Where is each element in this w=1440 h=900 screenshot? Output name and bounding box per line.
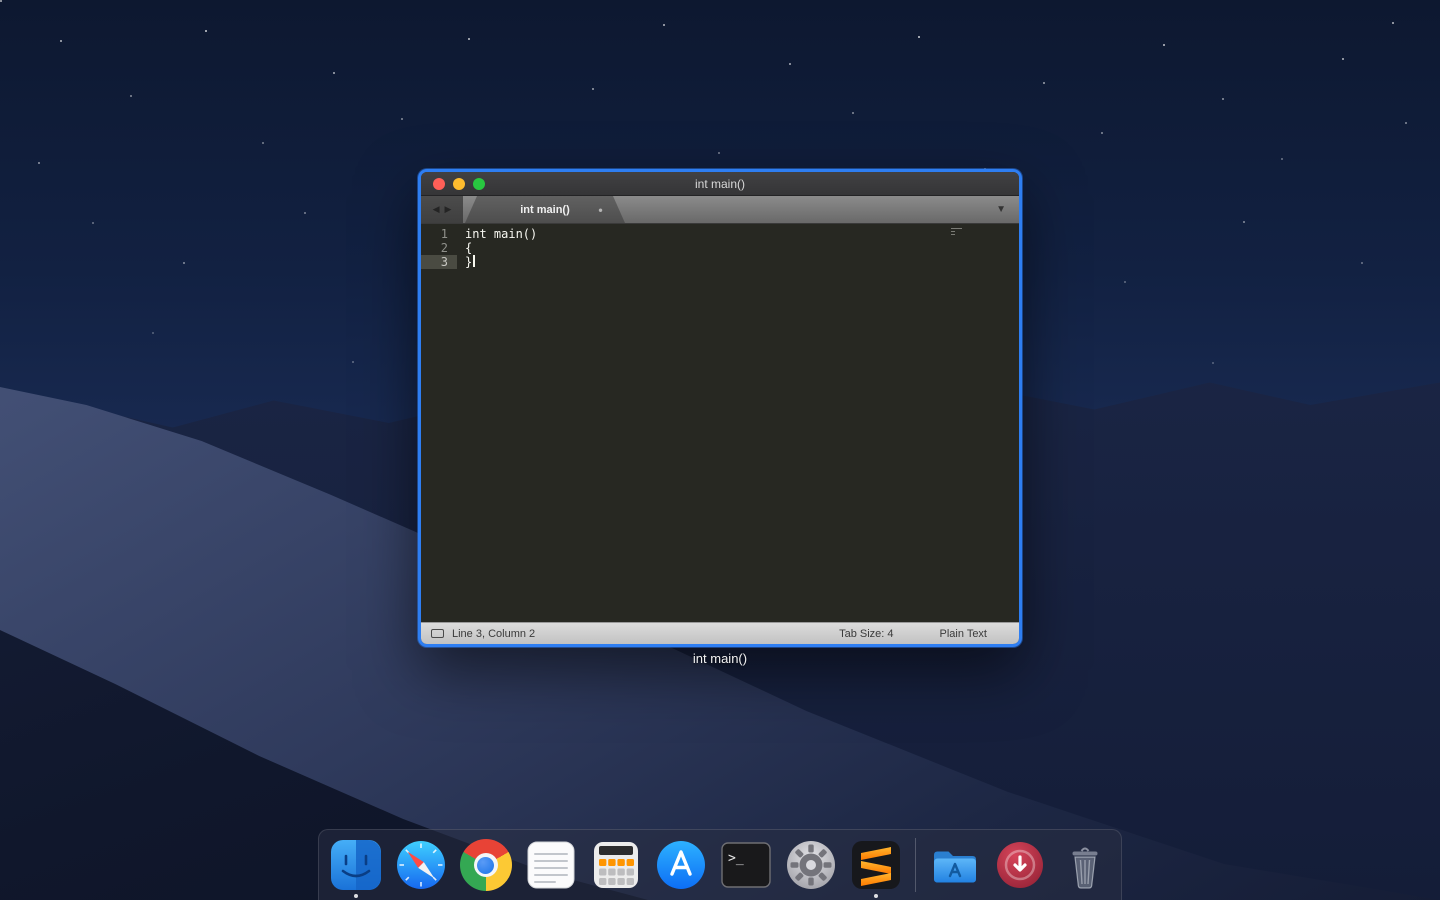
syntax-status[interactable]: Plain Text bbox=[940, 628, 988, 640]
line-number: 3 bbox=[421, 255, 457, 269]
stars-decoration bbox=[0, 0, 2, 2]
chrome-icon bbox=[460, 839, 512, 891]
code-text: int main() bbox=[457, 227, 537, 241]
dock-item-downloads[interactable] bbox=[994, 839, 1046, 891]
dock-item-app-store[interactable] bbox=[655, 839, 707, 891]
panel-toggle-icon[interactable] bbox=[431, 629, 444, 638]
dock-item-terminal[interactable]: >_ bbox=[720, 839, 772, 891]
dock-item-trash[interactable] bbox=[1059, 839, 1111, 891]
minimize-button[interactable] bbox=[453, 178, 465, 190]
tab-label: int main() bbox=[520, 204, 570, 216]
code-editor[interactable]: 1 int main() 2 { 3 } bbox=[421, 224, 1019, 622]
downloads-icon bbox=[994, 839, 1046, 891]
close-button[interactable] bbox=[433, 178, 445, 190]
finder-icon bbox=[330, 839, 382, 891]
app-store-icon bbox=[655, 839, 707, 891]
window-title: int main() bbox=[421, 177, 1019, 191]
running-indicator bbox=[874, 894, 878, 898]
zoom-button[interactable] bbox=[473, 178, 485, 190]
back-icon[interactable]: ◀ bbox=[433, 204, 440, 215]
sublime-text-window[interactable]: int main() ◀ ▶ int main() ● ▼ 1 int main… bbox=[418, 169, 1022, 647]
code-text: { bbox=[457, 241, 472, 255]
traffic-lights bbox=[433, 172, 485, 195]
title-bar[interactable]: int main() bbox=[421, 172, 1019, 196]
trash-icon bbox=[1059, 839, 1111, 891]
dock-divider bbox=[915, 838, 916, 892]
running-indicator bbox=[354, 894, 358, 898]
code-line: 1 int main() bbox=[421, 227, 1019, 241]
tab-bar: ◀ ▶ int main() ● ▼ bbox=[421, 196, 1019, 224]
sublime-text-icon bbox=[850, 839, 902, 891]
safari-icon bbox=[395, 839, 447, 891]
applications-folder-icon bbox=[929, 839, 981, 891]
dock-item-safari[interactable] bbox=[395, 839, 447, 891]
dock-item-calculator[interactable] bbox=[590, 839, 642, 891]
modified-dot-icon: ● bbox=[598, 205, 603, 214]
textedit-icon bbox=[525, 839, 577, 891]
dock-item-finder[interactable] bbox=[330, 839, 382, 891]
dock-item-sublime-text[interactable] bbox=[850, 839, 902, 891]
text-caret bbox=[473, 255, 475, 267]
minimap[interactable] bbox=[951, 228, 963, 237]
code-text: } bbox=[457, 255, 472, 269]
tab-int-main[interactable]: int main() ● bbox=[465, 196, 625, 223]
line-number: 1 bbox=[421, 227, 457, 241]
tab-history-nav: ◀ ▶ bbox=[421, 196, 463, 223]
terminal-icon: >_ bbox=[720, 839, 772, 891]
code-line-active: 3 } bbox=[421, 255, 1019, 269]
tab-overflow-icon[interactable]: ▼ bbox=[996, 204, 1019, 215]
expose-window-label: int main() bbox=[418, 651, 1022, 666]
cursor-position-status: Line 3, Column 2 bbox=[452, 628, 535, 640]
dock: >_ bbox=[318, 829, 1122, 900]
system-preferences-icon bbox=[785, 839, 837, 891]
dock-item-system-preferences[interactable] bbox=[785, 839, 837, 891]
code-line: 2 { bbox=[421, 241, 1019, 255]
terminal-glyph: >_ bbox=[728, 851, 744, 866]
tab-size-status[interactable]: Tab Size: 4 bbox=[839, 628, 893, 640]
status-bar: Line 3, Column 2 Tab Size: 4 Plain Text bbox=[421, 622, 1019, 644]
dock-item-applications-folder[interactable] bbox=[929, 839, 981, 891]
line-number: 2 bbox=[421, 241, 457, 255]
forward-icon[interactable]: ▶ bbox=[445, 204, 452, 215]
dock-item-textedit[interactable] bbox=[525, 839, 577, 891]
desktop: int main() ◀ ▶ int main() ● ▼ 1 int main… bbox=[0, 0, 1440, 900]
calculator-icon bbox=[590, 839, 642, 891]
dock-item-chrome[interactable] bbox=[460, 839, 512, 891]
